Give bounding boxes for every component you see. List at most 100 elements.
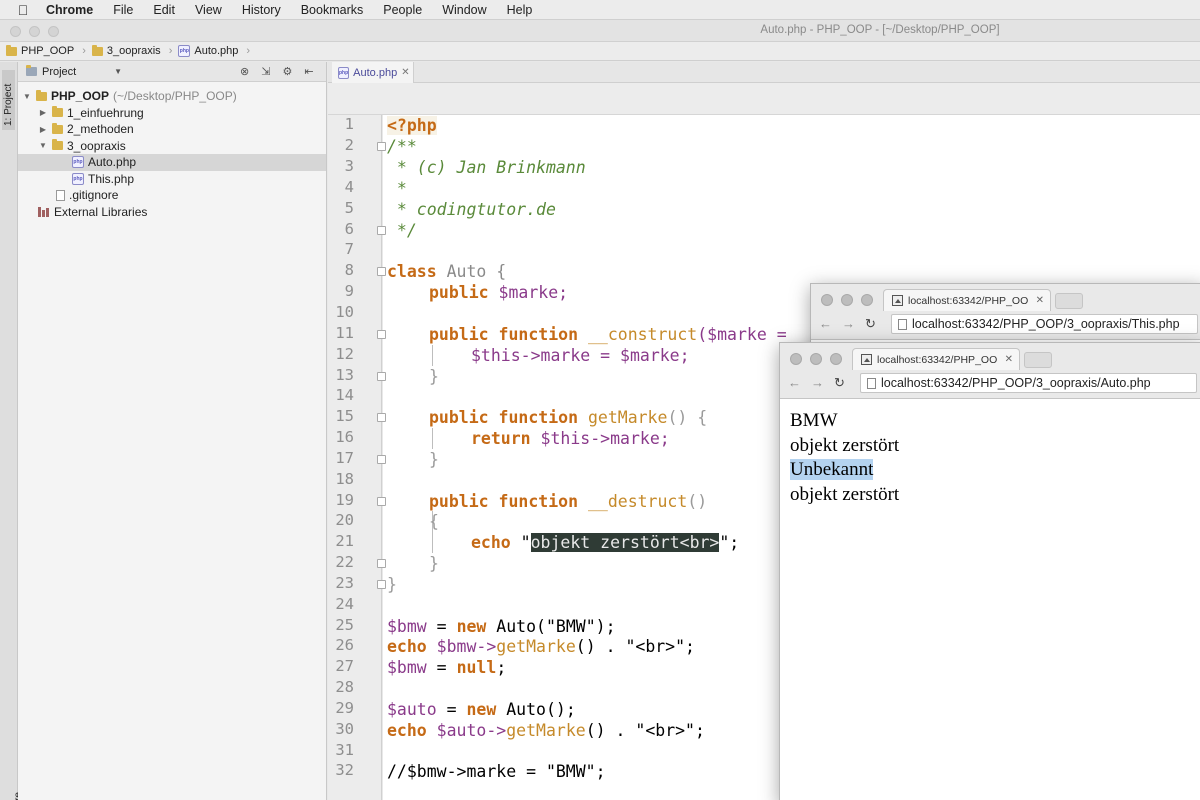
fold-marker-icon[interactable] <box>377 413 386 422</box>
chevron-right-icon: › <box>168 45 173 57</box>
breadcrumb-folder[interactable]: 3_oopraxis › <box>91 44 173 57</box>
tree-item-this-php[interactable]: php This.php <box>18 171 326 188</box>
fold-marker-icon[interactable] <box>377 142 386 151</box>
expanded-arrow-icon[interactable]: ▼ <box>22 92 32 101</box>
zoom-window-button[interactable] <box>861 294 873 306</box>
gear-icon[interactable]: ⚙ <box>282 65 292 78</box>
project-view-selector[interactable]: Project ▼ <box>26 65 122 78</box>
line-number: 2 <box>344 136 354 154</box>
code-token: = <box>436 700 467 719</box>
menu-people[interactable]: People <box>373 3 432 17</box>
fold-marker-icon[interactable] <box>377 580 386 589</box>
line-number: 13 <box>335 366 354 384</box>
collapse-all-icon[interactable]: ⇲ <box>261 65 270 78</box>
tree-item-external-libraries[interactable]: External Libraries <box>18 204 326 221</box>
menu-file[interactable]: File <box>103 3 143 17</box>
code-token: $bmw <box>387 617 427 636</box>
minimize-window-button[interactable] <box>810 353 822 365</box>
browser-tab[interactable]: localhost:63342/PHP_OO ✕ <box>883 289 1051 311</box>
fold-marker-icon[interactable] <box>377 559 386 568</box>
fold-marker-icon[interactable] <box>377 226 386 235</box>
fold-marker-icon[interactable] <box>377 455 386 464</box>
browser-tab-title: localhost:63342/PHP_OO <box>908 294 1029 307</box>
code-token: $auto-> <box>426 721 507 740</box>
code-line-23: } <box>387 575 397 594</box>
code-line-4: * <box>387 179 407 198</box>
tree-item-1-einfuehrung[interactable]: ▶ 1_einfuehrung <box>18 105 326 122</box>
minimize-window-button[interactable] <box>841 294 853 306</box>
close-tab-icon[interactable]: ✕ <box>1036 295 1044 306</box>
apple-icon[interactable]:  <box>0 2 46 18</box>
back-arrow-icon[interactable]: ← <box>819 316 832 332</box>
code-token: Auto("BMW"); <box>486 617 616 636</box>
line-number: 7 <box>344 240 354 258</box>
fold-marker-icon[interactable] <box>377 372 386 381</box>
scroll-from-source-icon[interactable]: ⊗ <box>240 65 249 78</box>
fold-marker-icon[interactable] <box>377 267 386 276</box>
folder-icon <box>52 139 63 151</box>
collapsed-arrow-icon[interactable]: ▶ <box>38 125 48 134</box>
new-tab-button[interactable] <box>1055 293 1083 309</box>
expanded-arrow-icon[interactable]: ▼ <box>38 141 48 150</box>
code-token: Auto(); <box>496 700 576 719</box>
browser-chrome: localhost:63342/PHP_OO ✕ ← → ↻ localhost… <box>780 343 1200 399</box>
tree-root[interactable]: ▼ PHP_OOP (~/Desktop/PHP_OOP) <box>18 88 326 105</box>
reload-icon[interactable]: ↻ <box>865 316 876 332</box>
menu-window[interactable]: Window <box>432 3 496 17</box>
menu-view[interactable]: View <box>185 3 232 17</box>
line-number: 27 <box>335 657 354 675</box>
folder-icon <box>91 44 103 56</box>
tree-item-2-methoden[interactable]: ▶ 2_methoden <box>18 121 326 138</box>
folder-icon <box>52 106 63 118</box>
tab-auto-php[interactable]: php Auto.php ✕ <box>332 62 414 83</box>
line-number: 28 <box>335 678 354 696</box>
code-token: public <box>429 325 489 344</box>
chevron-down-icon: ▼ <box>114 67 122 76</box>
close-tab-icon[interactable]: ✕ <box>1005 354 1013 365</box>
reload-icon[interactable]: ↻ <box>834 375 845 391</box>
forward-arrow-icon[interactable]: → <box>811 375 824 391</box>
project-tool-tab[interactable]: 1: Project <box>2 70 15 130</box>
fold-marker-icon[interactable] <box>377 330 386 339</box>
menu-history[interactable]: History <box>232 3 291 17</box>
tree-item-auto-php[interactable]: php Auto.php <box>18 154 326 171</box>
close-tab-icon[interactable]: ✕ <box>401 67 409 78</box>
code-line-8: class Auto { <box>387 261 506 282</box>
code-line-21: echo "objekt zerstört<br>"; <box>471 532 739 553</box>
forward-arrow-icon[interactable]: → <box>842 316 855 332</box>
fold-marker-icon[interactable] <box>377 497 386 506</box>
zoom-window-button[interactable] <box>830 353 842 365</box>
close-window-button[interactable] <box>821 294 833 306</box>
panel-tools: ⊗ ⇲ ⚙ ⇤ <box>240 65 314 78</box>
browser-window-controls <box>821 294 873 306</box>
library-icon <box>38 206 50 217</box>
code-line-16: return $this->marke; <box>471 428 670 449</box>
hide-panel-icon[interactable]: ⇤ <box>304 65 313 78</box>
menu-bookmarks[interactable]: Bookmarks <box>291 3 374 17</box>
tree-item-3-oopraxis[interactable]: ▼ 3_oopraxis <box>18 138 326 155</box>
code-line-6: */ <box>387 221 417 240</box>
browser-window-auto[interactable]: localhost:63342/PHP_OO ✕ ← → ↻ localhost… <box>779 342 1200 800</box>
line-number: 29 <box>335 699 354 717</box>
address-bar-url: localhost:63342/PHP_OOP/3_oopraxis/This.… <box>912 317 1180 331</box>
address-bar[interactable]: localhost:63342/PHP_OOP/3_oopraxis/Auto.… <box>860 373 1197 393</box>
collapsed-arrow-icon[interactable]: ▶ <box>38 108 48 117</box>
code-token: null <box>456 658 497 677</box>
menu-help[interactable]: Help <box>497 3 543 17</box>
close-window-button[interactable] <box>790 353 802 365</box>
code-line-2: /** <box>387 137 417 156</box>
breadcrumb-project[interactable]: PHP_OOP › <box>6 44 86 57</box>
browser-tab[interactable]: localhost:63342/PHP_OO ✕ <box>852 348 1020 370</box>
menu-app-name[interactable]: Chrome <box>46 3 103 17</box>
tree-item-label: 2_methoden <box>67 122 134 137</box>
address-bar[interactable]: localhost:63342/PHP_OOP/3_oopraxis/This.… <box>891 314 1198 334</box>
tree-item-gitignore[interactable]: .gitignore <box>18 187 326 204</box>
code-token: class <box>387 262 437 281</box>
menu-edit[interactable]: Edit <box>143 3 185 17</box>
code-token: ; <box>496 658 507 677</box>
breadcrumb-file[interactable]: php Auto.php › <box>178 45 250 57</box>
code-line-9: public $marke; <box>429 282 568 303</box>
back-arrow-icon[interactable]: ← <box>788 375 801 391</box>
new-tab-button[interactable] <box>1024 352 1052 368</box>
browser-window-controls <box>790 353 842 365</box>
